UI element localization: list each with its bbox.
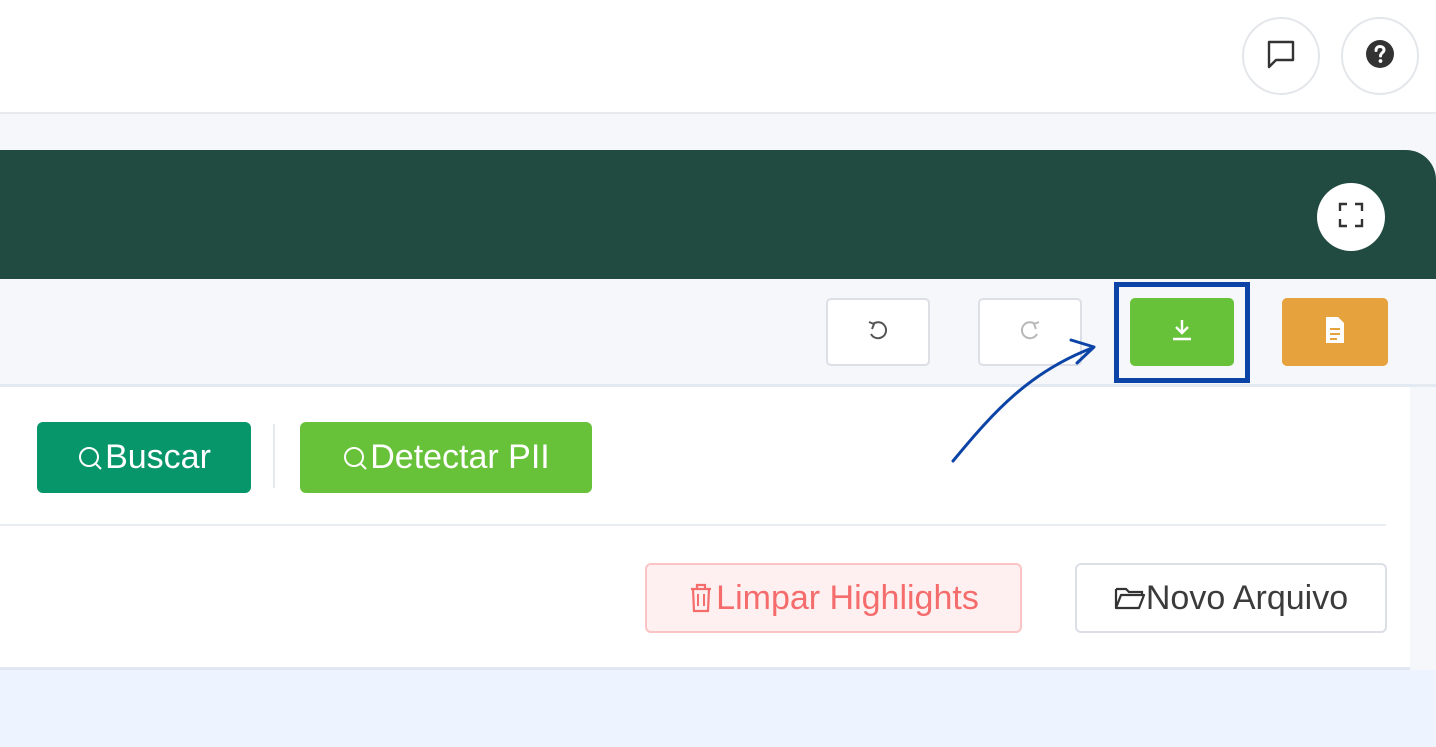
annotation-arrow	[951, 338, 1096, 463]
